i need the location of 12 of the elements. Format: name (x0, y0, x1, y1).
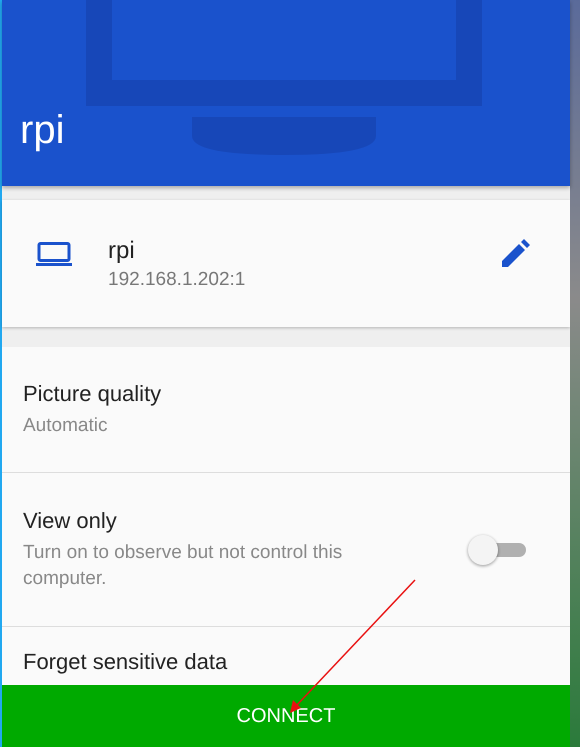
setting-label: Forget sensitive data (23, 649, 228, 675)
host-address: 192.168.1.202:1 (108, 268, 246, 290)
settings-item[interactable]: View only Turn on to observe but not control this computer. (2, 473, 570, 627)
edit-icon[interactable] (502, 238, 530, 266)
setting-label: Picture quality (23, 380, 162, 406)
laptop-icon (36, 242, 72, 266)
setting-description: Turn on to observe but not control this computer. (23, 540, 344, 590)
host-name: rpi (108, 236, 136, 264)
setting-value: Automatic (23, 414, 108, 438)
header-title: rpi (20, 108, 64, 153)
setting-label: View only (23, 508, 118, 534)
view-only-switch[interactable] (468, 534, 526, 564)
